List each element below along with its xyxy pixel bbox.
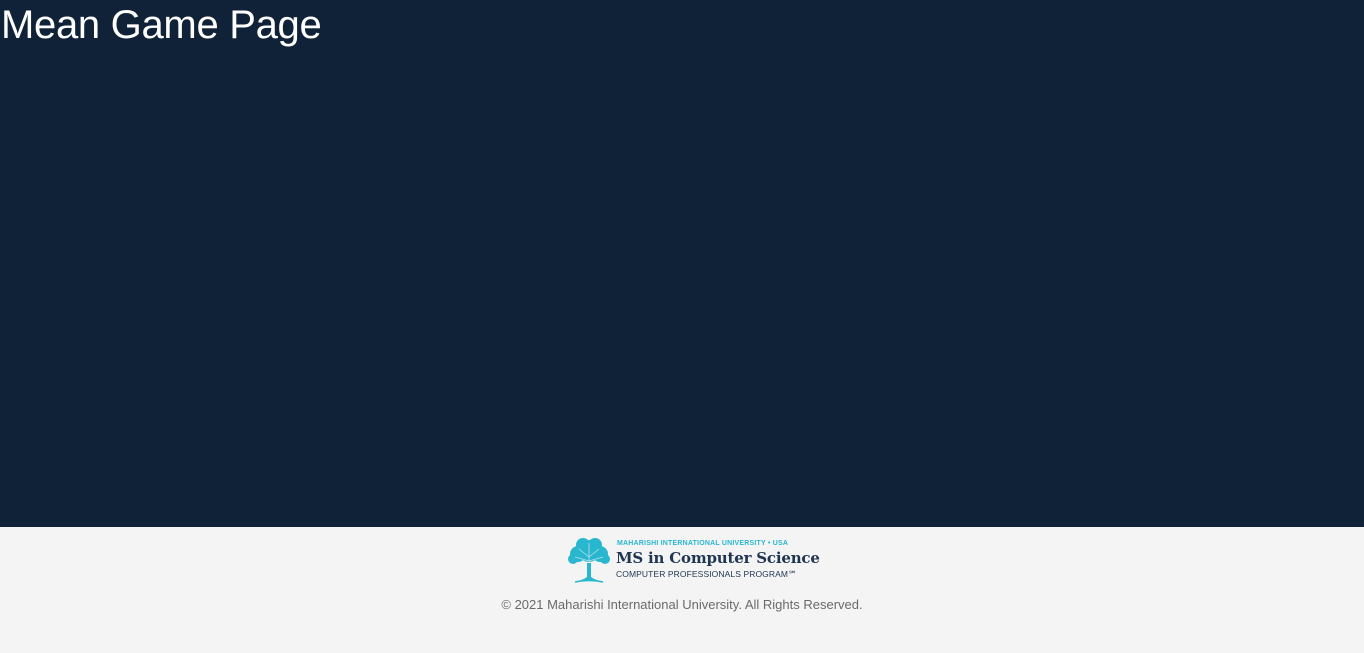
logo-program-subtitle: COMPUTER PROFESSIONALS PROGRAM℠	[616, 569, 797, 579]
university-logo[interactable]: MAHARISHI INTERNATIONAL UNIVERSITY • USA…	[565, 535, 820, 587]
logo-university-line: MAHARISHI INTERNATIONAL UNIVERSITY • USA	[617, 540, 789, 547]
footer: MAHARISHI INTERNATIONAL UNIVERSITY • USA…	[0, 527, 1364, 653]
logo-program-name: MS in Computer Science	[616, 549, 820, 567]
copyright-text: © 2021 Maharishi International Universit…	[501, 597, 863, 612]
page-title: Mean Game Page	[1, 3, 322, 47]
page: Mean Game Page MAHARISHI INTERNATIONAL U…	[0, 0, 1364, 653]
tree-icon	[568, 538, 610, 583]
main-content: Mean Game Page	[0, 0, 1364, 527]
